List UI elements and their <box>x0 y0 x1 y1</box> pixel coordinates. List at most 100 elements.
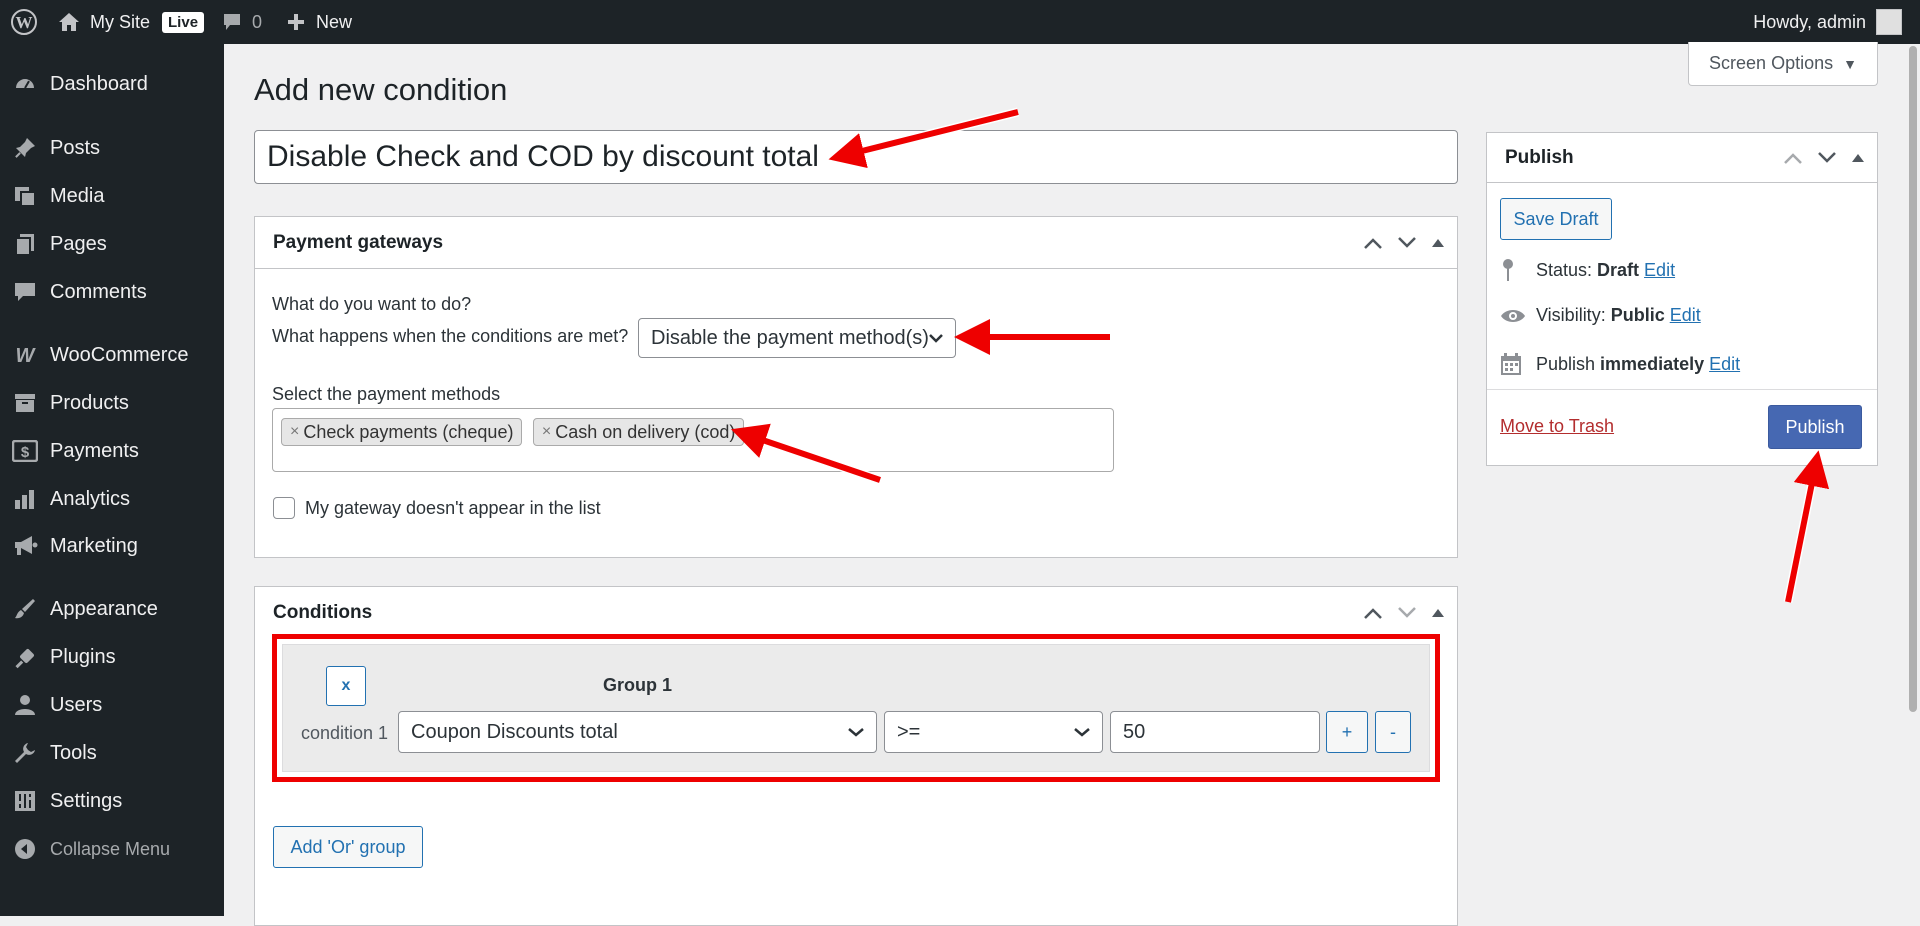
megaphone-icon <box>0 534 50 558</box>
plug-icon <box>0 645 50 669</box>
edit-status-link[interactable]: Edit <box>1644 260 1675 281</box>
comments-count: 0 <box>252 11 263 32</box>
new-content-link[interactable]: New <box>272 0 362 44</box>
screen-options-label: Screen Options <box>1709 53 1834 73</box>
sidebar-item-marketing[interactable]: Marketing <box>0 526 224 566</box>
status-label: Status: <box>1536 259 1593 280</box>
sidebar-item-settings[interactable]: Settings <box>0 781 224 821</box>
conditions-title: Conditions <box>273 602 373 623</box>
publish-time-label: Publish <box>1536 353 1596 374</box>
sidebar-item-label: Media <box>50 184 105 207</box>
method-token[interactable]: × Cash on delivery (cod) <box>532 418 745 446</box>
visibility-label: Visibility: <box>1536 305 1606 325</box>
publish-button[interactable]: Publish <box>1768 405 1862 449</box>
sidebar-item-label: Users <box>50 693 103 716</box>
collapse-icon <box>0 838 50 860</box>
eye-icon <box>1500 307 1530 325</box>
greeting: Howdy, admin <box>1753 11 1866 32</box>
my-account-link[interactable]: Howdy, admin <box>1753 0 1902 44</box>
comment-icon <box>222 12 242 32</box>
sidebar-item-label: Products <box>50 391 129 414</box>
sidebar-item-label: Plugins <box>50 645 116 668</box>
box-handle-actions <box>1363 587 1445 639</box>
toggle-panel-icon[interactable] <box>1851 152 1865 164</box>
edit-publish-time-link[interactable]: Edit <box>1709 354 1740 375</box>
sidebar-item-comments[interactable]: Comments <box>0 272 224 312</box>
screen-options-button[interactable]: Screen Options ▼ <box>1688 42 1878 86</box>
scrollbar[interactable] <box>1906 44 1920 916</box>
sidebar-item-plugins[interactable]: Plugins <box>0 637 224 677</box>
toggle-panel-icon[interactable] <box>1431 237 1445 249</box>
new-label: New <box>316 11 353 32</box>
move-up-icon[interactable] <box>1783 151 1803 165</box>
payment-gateways-header: Payment gateways <box>255 217 1457 269</box>
box-handle-actions <box>1363 217 1445 269</box>
sidebar-item-posts[interactable]: Posts <box>0 128 224 168</box>
sidebar-item-label: Posts <box>50 136 101 159</box>
action-label: What happens when the conditions are met… <box>272 326 629 346</box>
home-icon <box>58 12 80 32</box>
sidebar-item-label: Appearance <box>50 597 158 620</box>
add-or-group-button[interactable]: Add 'Or' group <box>273 826 423 868</box>
toggle-panel-icon[interactable] <box>1431 607 1445 619</box>
scrollbar-thumb[interactable] <box>1909 46 1917 712</box>
sidebar-item-users[interactable]: Users <box>0 685 224 725</box>
move-down-icon[interactable] <box>1817 151 1837 165</box>
archive-icon <box>0 391 50 415</box>
action-question: What do you want to do? <box>272 294 472 314</box>
sidebar-item-payments[interactable]: $ Payments <box>0 431 224 471</box>
move-to-trash-link[interactable]: Move to Trash <box>1500 416 1614 437</box>
move-down-icon[interactable] <box>1397 236 1417 250</box>
edit-visibility-link[interactable]: Edit <box>1670 305 1701 326</box>
comments-link[interactable]: 0 <box>214 0 272 44</box>
calendar-icon <box>1500 352 1530 376</box>
page-title: Add new condition <box>254 72 508 107</box>
gateway-missing-checkbox[interactable] <box>273 497 295 519</box>
publish-header: Publish <box>1487 133 1877 183</box>
methods-label: Select the payment methods <box>272 384 501 404</box>
collapse-menu-button[interactable]: Collapse Menu <box>0 829 224 869</box>
move-up-icon[interactable] <box>1363 236 1383 250</box>
sidebar-item-label: Marketing <box>50 534 138 557</box>
sidebar-item-dashboard[interactable]: Dashboard <box>0 64 224 104</box>
payment-methods-select[interactable]: × Check payments (cheque) × Cash on deli… <box>272 408 1114 472</box>
sidebar-item-analytics[interactable]: Analytics <box>0 479 224 519</box>
sidebar-item-label: Settings <box>50 789 123 812</box>
payment-gateways-title: Payment gateways <box>273 231 444 253</box>
wordpress-logo-icon[interactable]: W <box>0 0 48 44</box>
sidebar-item-label: Comments <box>50 280 147 303</box>
site-name: My Site <box>90 11 151 32</box>
arrow-to-publish <box>1783 450 1830 603</box>
move-up-icon[interactable] <box>1363 606 1383 620</box>
media-icon <box>0 184 50 208</box>
settings-icon <box>0 789 50 813</box>
status-row: Status: Draft Edit <box>1500 258 1675 282</box>
remove-token-icon[interactable]: × <box>542 423 551 441</box>
admin-bar: W My Site Live 0 New Howdy, admin <box>0 0 1920 44</box>
move-down-icon[interactable] <box>1397 606 1417 620</box>
comment-icon <box>0 280 50 304</box>
action-select[interactable]: Disable the payment method(s) <box>638 318 956 358</box>
method-token[interactable]: × Check payments (cheque) <box>281 418 523 446</box>
save-draft-button[interactable]: Save Draft <box>1500 198 1612 240</box>
pin-icon <box>1500 258 1530 282</box>
sidebar-item-media[interactable]: Media <box>0 176 224 216</box>
site-name-link[interactable]: My Site Live <box>48 0 214 44</box>
remove-token-icon[interactable]: × <box>290 423 299 441</box>
woo-icon: W <box>0 345 50 365</box>
svg-text:W: W <box>16 345 37 365</box>
visibility-row: Visibility: Public Edit <box>1500 305 1701 326</box>
title-input[interactable]: Disable Check and COD by discount total <box>254 130 1458 184</box>
sidebar-item-woocommerce[interactable]: W WooCommerce <box>0 335 224 375</box>
visibility-value: Public <box>1610 305 1665 325</box>
sidebar-item-appearance[interactable]: Appearance <box>0 589 224 629</box>
plus-icon <box>286 12 306 32</box>
sidebar-item-pages[interactable]: Pages <box>0 224 224 264</box>
sidebar-item-products[interactable]: Products <box>0 383 224 423</box>
admin-sidebar: Dashboard Posts Media Pages Comments W W… <box>0 44 224 916</box>
publish-time-value: immediately <box>1600 353 1705 374</box>
wrench-icon <box>0 741 50 765</box>
status-value: Draft <box>1597 259 1640 280</box>
save-draft-label: Save Draft <box>1513 208 1599 229</box>
sidebar-item-tools[interactable]: Tools <box>0 733 224 773</box>
